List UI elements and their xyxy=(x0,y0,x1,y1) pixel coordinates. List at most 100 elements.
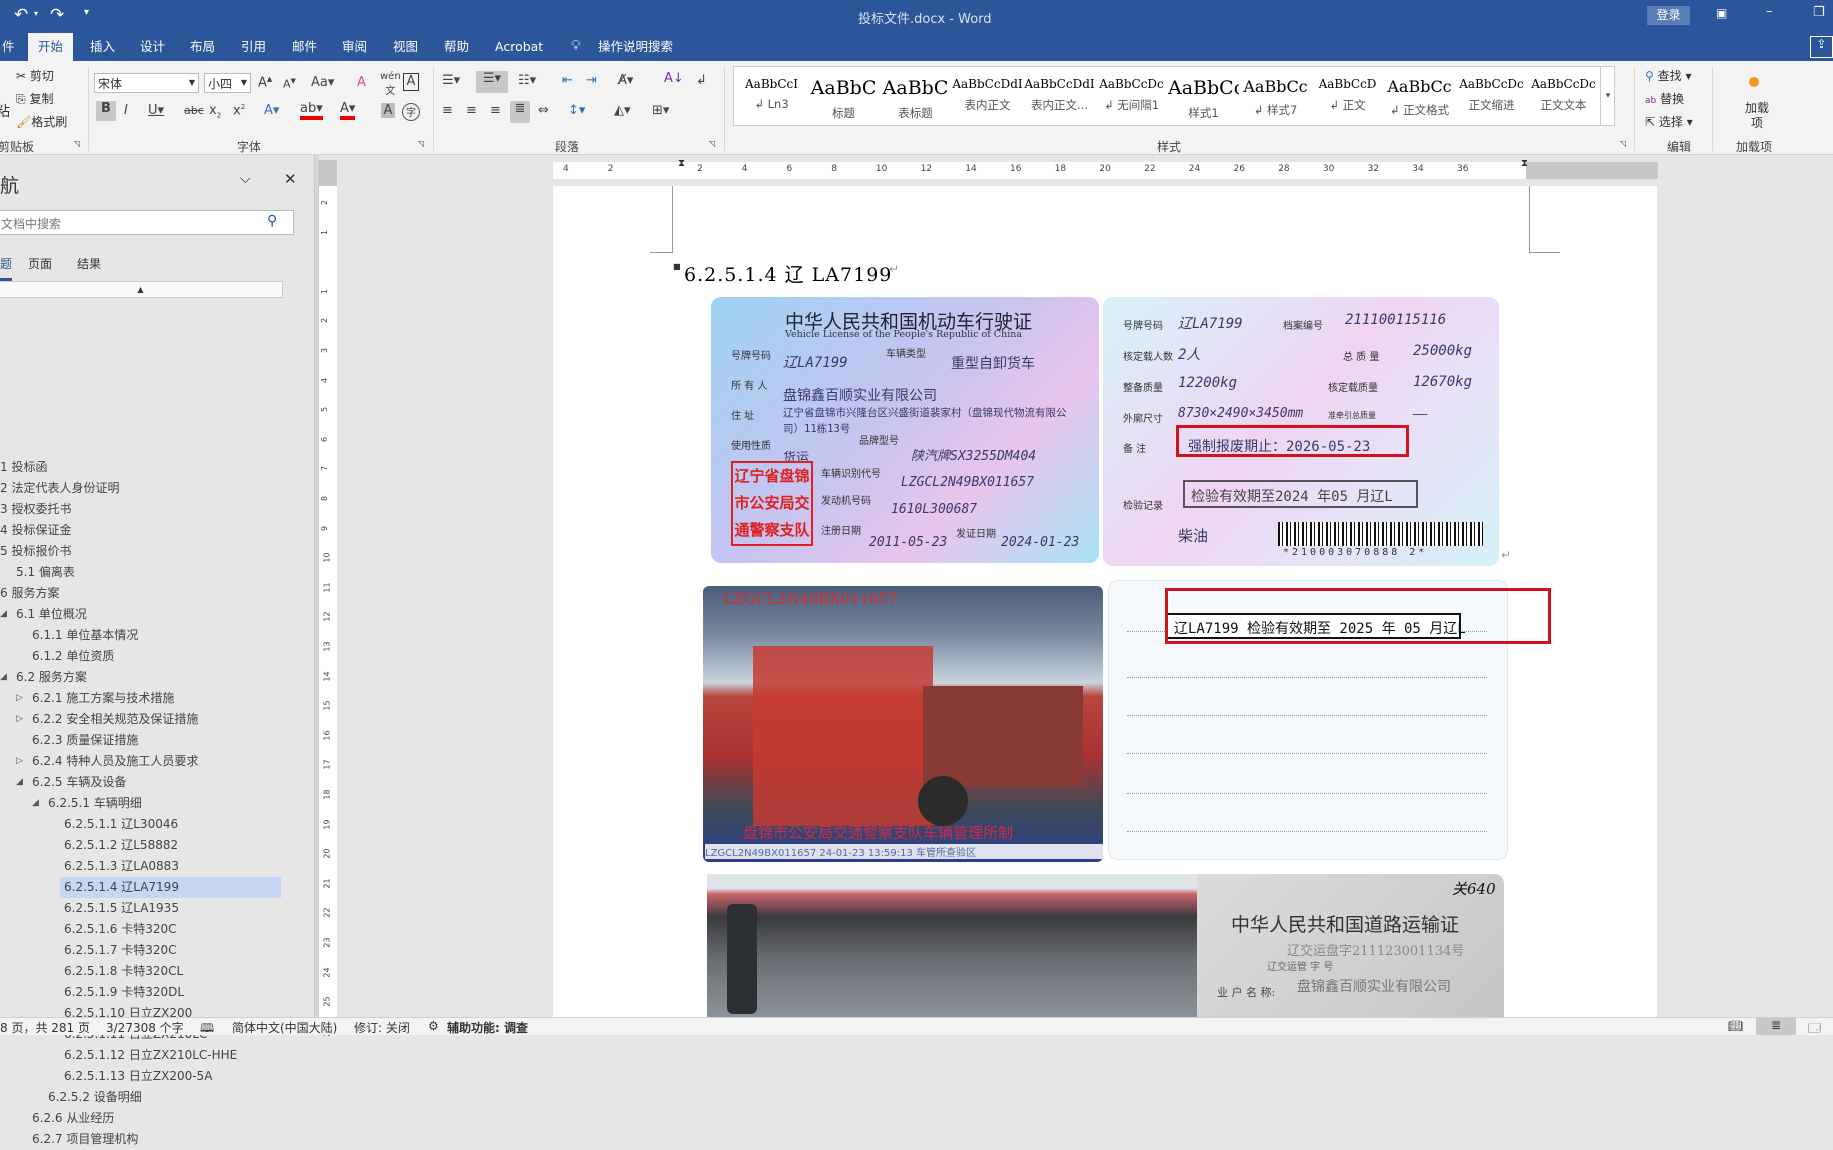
clear-formatting-icon[interactable]: A xyxy=(357,75,366,90)
select-button[interactable]: ⇱ 选择 ▾ xyxy=(1645,113,1693,130)
style-item[interactable]: AaBbC 表标题 xyxy=(880,67,951,125)
shrink-font-icon[interactable]: A▼ xyxy=(283,77,296,91)
nav-tab-pages[interactable]: 页面 xyxy=(28,255,52,272)
nav-heading-item[interactable]: 5.1 偏离表 xyxy=(12,562,286,583)
nav-heading-item[interactable]: 6.2.3 质量保证措施 xyxy=(28,730,286,751)
language[interactable]: 简体中文(中国大陆) xyxy=(232,1019,337,1036)
nav-heading-item[interactable]: 6.2.5.1.2 辽L58882 xyxy=(60,835,286,856)
show-marks-icon[interactable]: ↲ xyxy=(696,73,707,88)
nav-heading-item[interactable]: 4 投标保证金 xyxy=(0,520,286,541)
nav-heading-item[interactable]: 6.1 单位概况 xyxy=(12,604,286,625)
borders-icon[interactable]: ⊞▾ xyxy=(652,103,669,118)
nav-heading-item[interactable]: 6.2.5.1.9 卡特320DL xyxy=(60,982,286,1003)
align-right-icon[interactable]: ≡ xyxy=(490,103,501,118)
collapse-triangle-icon[interactable]: ◢ xyxy=(32,798,39,808)
accessibility-status[interactable]: 辅助功能: 调查 xyxy=(447,1019,528,1036)
subscript-icon[interactable]: x2 xyxy=(209,103,221,120)
left-indent-marker[interactable]: ⧗ xyxy=(678,158,685,169)
style-item[interactable]: AaBbCc 样式1 xyxy=(1168,67,1239,125)
numbering-icon[interactable]: ☰▾ xyxy=(476,71,508,93)
tab-layout[interactable]: 布局 xyxy=(182,33,223,61)
style-item[interactable]: AaBbCcDc ↲ 无间隔1 xyxy=(1096,67,1167,125)
align-center-icon[interactable]: ≡ xyxy=(466,103,477,118)
align-left-icon[interactable]: ≡ xyxy=(442,103,453,118)
tab-insert[interactable]: 插入 xyxy=(82,33,123,61)
distributed-icon[interactable]: ⇔ xyxy=(538,103,549,118)
font-color-icon[interactable]: A▾ xyxy=(340,101,356,120)
expand-triangle-icon[interactable]: ▷ xyxy=(16,693,23,703)
bold-icon[interactable]: B xyxy=(96,101,116,121)
nav-heading-item[interactable]: 6.2.5.1.1 辽L30046 xyxy=(60,814,286,835)
section-heading[interactable]: 6.2.5.1.4 辽 LA7199 xyxy=(684,260,892,287)
tab-home[interactable]: 开始 xyxy=(28,33,74,61)
style-item[interactable]: AaBbCcI ↲ Ln3 xyxy=(736,67,807,125)
share-icon[interactable]: ⇪ xyxy=(1810,36,1833,58)
nav-heading-item[interactable]: 5 投标报价书 xyxy=(0,541,286,562)
nav-heading-item[interactable]: 6.2.5.1.4 辽LA7199 xyxy=(60,877,281,898)
style-item[interactable]: AaBbCcDdI 表内正文 xyxy=(952,67,1023,125)
line-spacing-icon[interactable]: ↕▾ xyxy=(568,103,585,118)
tab-design[interactable]: 设计 xyxy=(132,33,173,61)
style-item[interactable]: AaBbCcDdI 表内正文... xyxy=(1024,67,1095,125)
tab-help[interactable]: 帮助 xyxy=(436,33,477,61)
find-button[interactable]: ⚲ 查找 ▾ xyxy=(1645,67,1691,84)
proofing-icon[interactable]: 🕮︎ xyxy=(200,1019,214,1040)
asian-layout-icon[interactable]: A̸▾ xyxy=(618,73,633,88)
minimize-icon[interactable]: – xyxy=(1766,4,1773,19)
ribbon-display-options-icon[interactable]: ▣ xyxy=(1716,6,1727,20)
superscript-icon[interactable]: x2 xyxy=(233,103,245,118)
nav-heading-item[interactable]: 3 授权委托书 xyxy=(0,499,286,520)
nav-heading-item[interactable]: 6.2.4 特种人员及施工人员要求 xyxy=(28,751,286,772)
right-indent-marker[interactable]: ⧗ xyxy=(1521,158,1528,169)
nav-heading-item[interactable]: 6.2.6 从业经历 xyxy=(28,1108,286,1129)
customize-qat-icon[interactable]: ▾ xyxy=(84,7,89,18)
signin-button[interactable]: 登录 xyxy=(1647,6,1690,25)
search-icon[interactable]: ⚲ xyxy=(267,213,277,229)
format-painter-button[interactable]: 🖌︎格式刷 xyxy=(16,113,67,130)
collapse-triangle-icon[interactable]: ◢ xyxy=(16,777,23,787)
nav-heading-item[interactable]: 6.1.1 单位基本情况 xyxy=(28,625,286,646)
nav-search-input[interactable]: 文档中搜索 ⚲ xyxy=(0,210,294,235)
italic-icon[interactable]: I xyxy=(124,103,128,118)
undo-icon[interactable]: ↶ xyxy=(14,5,28,25)
style-item[interactable]: AaBbC 标题 xyxy=(808,67,879,125)
nav-heading-item[interactable]: 6.1.2 单位资质 xyxy=(28,646,286,667)
tab-acrobat[interactable]: Acrobat xyxy=(487,33,551,61)
web-layout-icon[interactable]: 🗔︎ xyxy=(1808,1019,1821,1040)
nav-heading-item[interactable]: 1 投标函 xyxy=(0,457,286,478)
restore-icon[interactable]: ❐ xyxy=(1813,5,1825,20)
tab-mailings[interactable]: 邮件 xyxy=(284,33,325,61)
copy-button[interactable]: ⎘ 复制 xyxy=(16,90,53,107)
chevron-down-icon[interactable]: ⌵ xyxy=(240,171,251,187)
page-count[interactable]: 8 页，共 281 页 xyxy=(0,1019,90,1036)
cut-button[interactable]: ✂ 剪切 xyxy=(16,67,54,84)
decrease-indent-icon[interactable]: ⇤ xyxy=(562,73,573,88)
close-icon[interactable]: ✕ xyxy=(284,170,297,188)
character-shading-icon[interactable]: A xyxy=(381,103,395,118)
style-item[interactable]: AaBbCcD ↲ 正文 xyxy=(1312,67,1383,125)
nav-heading-item[interactable]: 6.2.2 安全相关规范及保证措施 xyxy=(28,709,286,730)
nav-tab-headings[interactable]: 题 xyxy=(0,255,13,281)
nav-heading-item[interactable]: 2 法定代表人身份证明 xyxy=(0,478,286,499)
nav-heading-item[interactable]: 6.2.1 施工方案与技术措施 xyxy=(28,688,286,709)
shading-icon[interactable]: ◭▾ xyxy=(614,103,631,118)
nav-heading-item[interactable]: 6.2.5.1.12 日立ZX210LC-HHE xyxy=(60,1045,286,1066)
tell-me-search[interactable]: 操作说明搜索 xyxy=(590,33,681,61)
tab-references[interactable]: 引用 xyxy=(233,33,274,61)
nav-heading-item[interactable]: 6.2.5.1.13 日立ZX200-5A xyxy=(60,1066,286,1087)
tab-view[interactable]: 视图 xyxy=(385,33,426,61)
nav-heading-item[interactable]: 6.2.5.1.6 卡特320C xyxy=(60,919,286,940)
nav-heading-item[interactable]: 6.2.5.1.5 辽LA1935 xyxy=(60,898,286,919)
multilevel-list-icon[interactable]: ☷▾ xyxy=(518,73,536,88)
addins-button[interactable]: 加载项 xyxy=(1745,101,1769,131)
expand-triangle-icon[interactable]: ▷ xyxy=(16,714,23,724)
nav-tab-results[interactable]: 结果 xyxy=(77,255,101,272)
nav-heading-item[interactable]: 6.2.5.1.8 卡特320CL xyxy=(60,961,286,982)
read-mode-icon[interactable]: 📖︎ xyxy=(1728,1019,1743,1033)
style-item[interactable]: AaBbCc ↲ 样式7 xyxy=(1240,67,1311,125)
change-case-icon[interactable]: Aa▾ xyxy=(311,75,334,90)
styles-more-icon[interactable]: ▾ xyxy=(1600,66,1615,126)
paste-button[interactable]: 粘 xyxy=(0,101,10,121)
tab-review[interactable]: 审阅 xyxy=(334,33,375,61)
increase-indent-icon[interactable]: ⇥ xyxy=(586,73,597,88)
